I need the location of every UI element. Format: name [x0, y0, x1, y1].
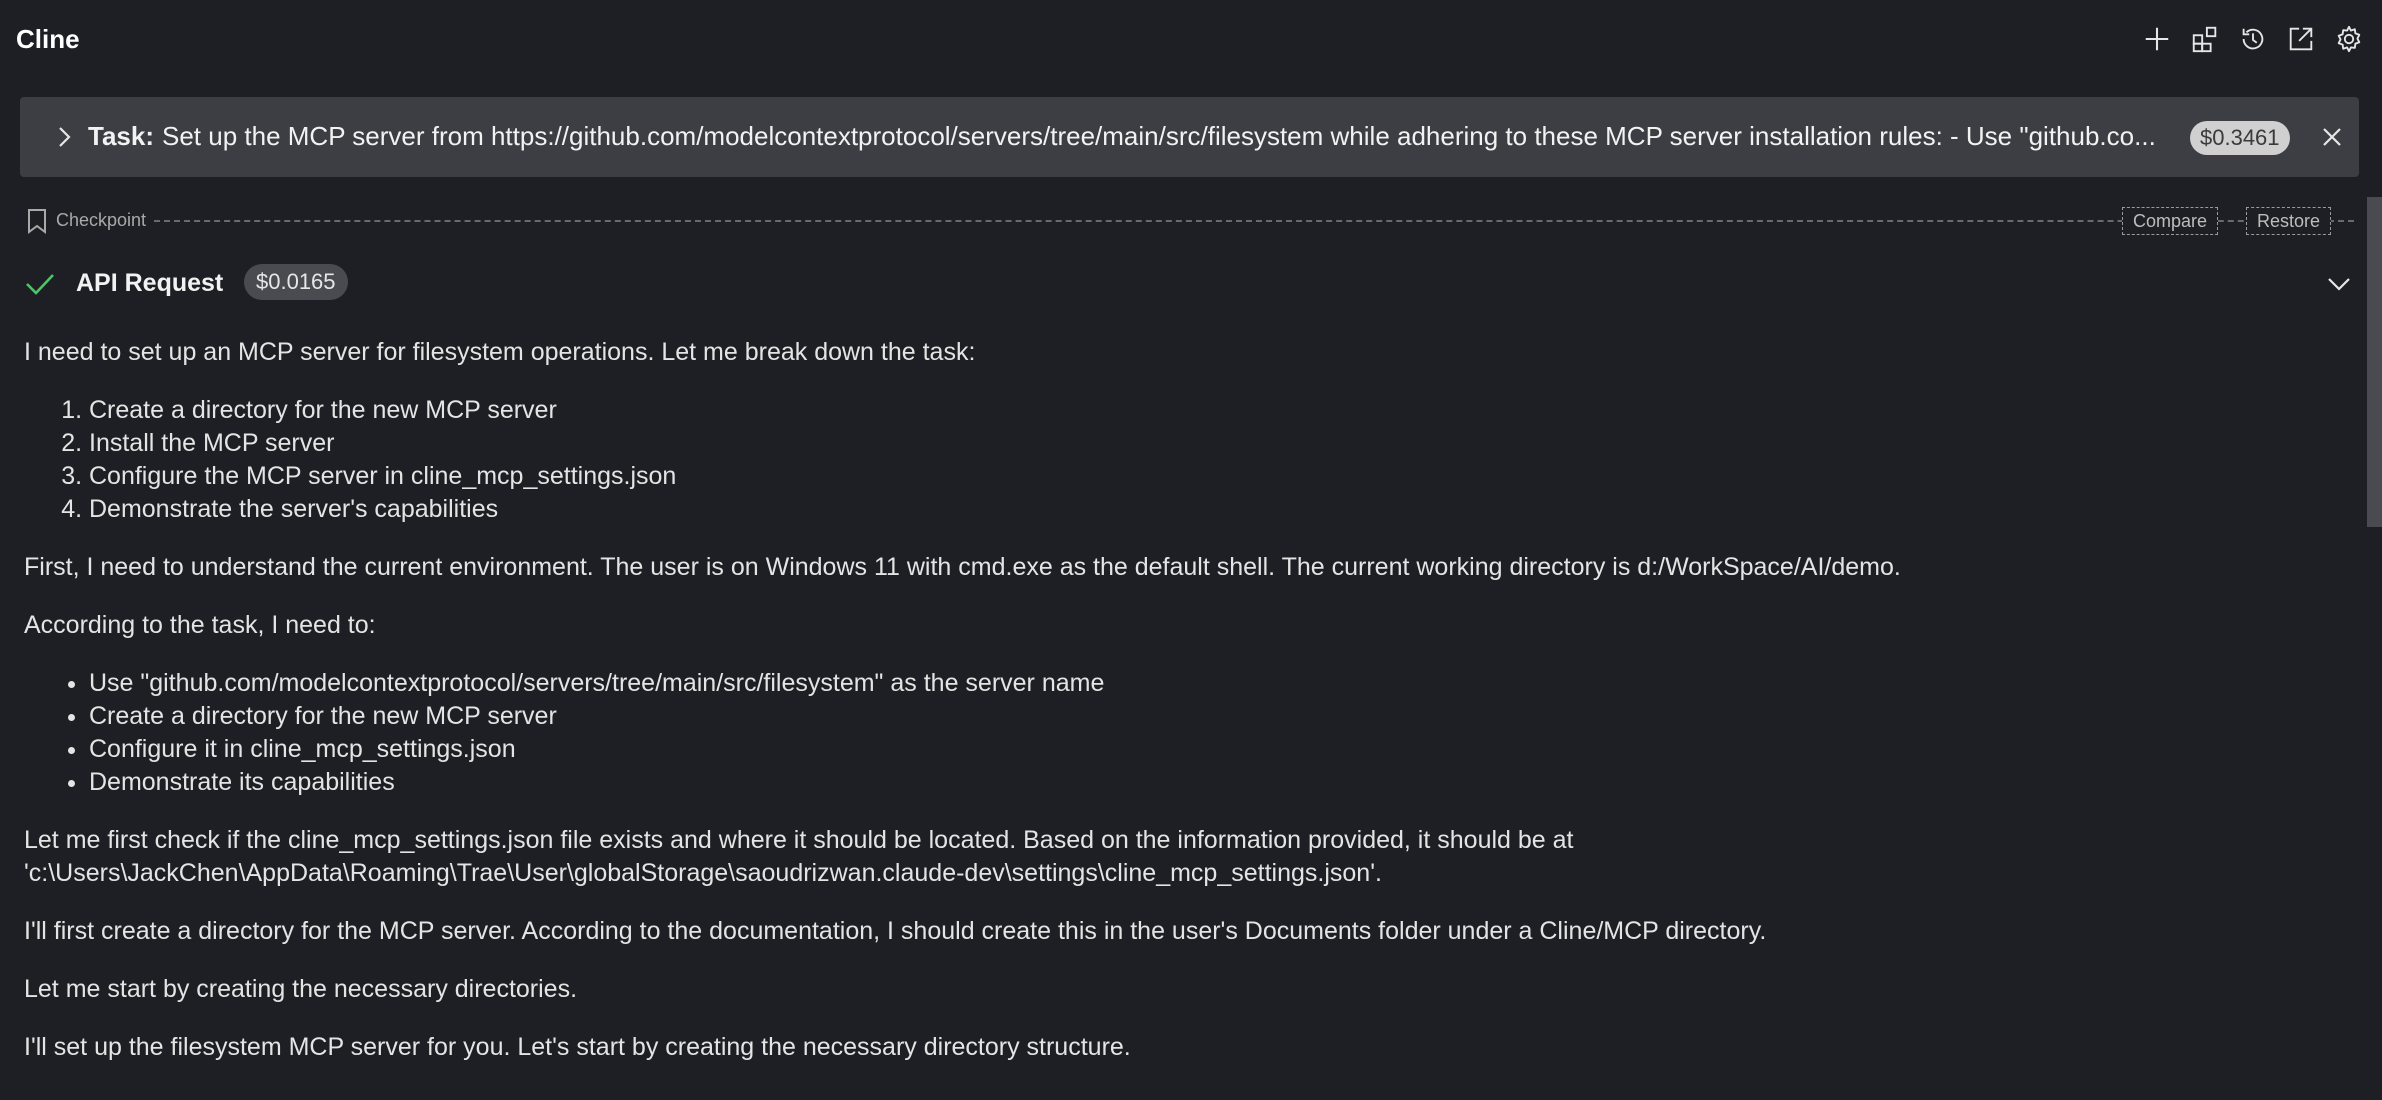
task-header[interactable]: Task: Set up the MCP server from https://… — [20, 97, 2359, 177]
task-label: Task: — [88, 121, 154, 151]
compare-button[interactable]: Compare — [2122, 207, 2219, 235]
list-item: Configure it in cline_mcp_settings.json — [89, 733, 2324, 766]
close-icon[interactable] — [2316, 121, 2348, 153]
check-icon — [26, 274, 54, 295]
scrollbar-thumb[interactable] — [2367, 197, 2382, 527]
api-request-row[interactable]: API Request $0.0165 — [24, 263, 2354, 303]
message-setup: I'll set up the filesystem MCP server fo… — [24, 1033, 1131, 1061]
mcp-servers-button[interactable] — [2190, 22, 2220, 56]
task-description: Task: Set up the MCP server from https://… — [88, 119, 2178, 153]
message-create-dir: I'll first create a directory for the MC… — [24, 917, 1767, 945]
checkpoint-row: Checkpoint Compare Restore — [24, 205, 2354, 237]
header: Cline — [0, 0, 2382, 82]
open-in-editor-button[interactable] — [2286, 22, 2316, 56]
task-cost-badge: $0.3461 — [2190, 121, 2290, 155]
api-request-title: API Request — [76, 269, 224, 297]
external-link-icon — [2289, 27, 2313, 51]
message-environment: First, I need to understand the current … — [24, 553, 1901, 581]
chevron-down-icon[interactable] — [2324, 269, 2354, 299]
assistant-message: I need to set up an MCP server for files… — [24, 336, 2324, 1089]
bookmark-icon — [28, 209, 46, 234]
message-start: Let me start by creating the necessary d… — [24, 975, 578, 1003]
list-item: Configure the MCP server in cline_mcp_se… — [89, 460, 2324, 493]
history-icon — [2242, 28, 2264, 50]
chevron-right-icon[interactable] — [48, 121, 80, 153]
new-task-button[interactable] — [2142, 22, 2172, 56]
plus-icon — [2145, 27, 2169, 51]
list-item: Use "github.com/modelcontextprotocol/ser… — [89, 667, 2324, 700]
extensions-icon — [2192, 26, 2217, 53]
requirements-list: Use "github.com/modelcontextprotocol/ser… — [24, 667, 2324, 799]
header-actions — [2142, 22, 2364, 56]
message-check-line: Let me first check if the cline_mcp_sett… — [24, 826, 1574, 854]
message-settings-path: 'c:\Users\JackChen\AppData\Roaming\Trae\… — [24, 859, 1382, 887]
list-item: Demonstrate the server's capabilities — [89, 493, 2324, 526]
gear-icon — [2337, 25, 2361, 53]
app-title: Cline — [16, 24, 80, 54]
task-text: Set up the MCP server from https://githu… — [162, 121, 2156, 151]
message-check-settings: Let me first check if the cline_mcp_sett… — [24, 824, 2324, 890]
settings-button[interactable] — [2334, 22, 2364, 56]
restore-button[interactable]: Restore — [2246, 207, 2332, 235]
api-request-cost-badge: $0.0165 — [244, 264, 348, 300]
checkpoint-label: Checkpoint — [56, 210, 147, 230]
history-button[interactable] — [2238, 22, 2268, 56]
list-item: Create a directory for the new MCP serve… — [89, 394, 2324, 427]
list-item: Demonstrate its capabilities — [89, 766, 2324, 799]
task-steps-list: Create a directory for the new MCP serve… — [24, 394, 2324, 526]
message-according: According to the task, I need to: — [24, 611, 376, 639]
list-item: Install the MCP server — [89, 427, 2324, 460]
message-intro: I need to set up an MCP server for files… — [24, 338, 976, 366]
list-item: Create a directory for the new MCP serve… — [89, 700, 2324, 733]
checkpoint-divider — [154, 220, 2354, 222]
